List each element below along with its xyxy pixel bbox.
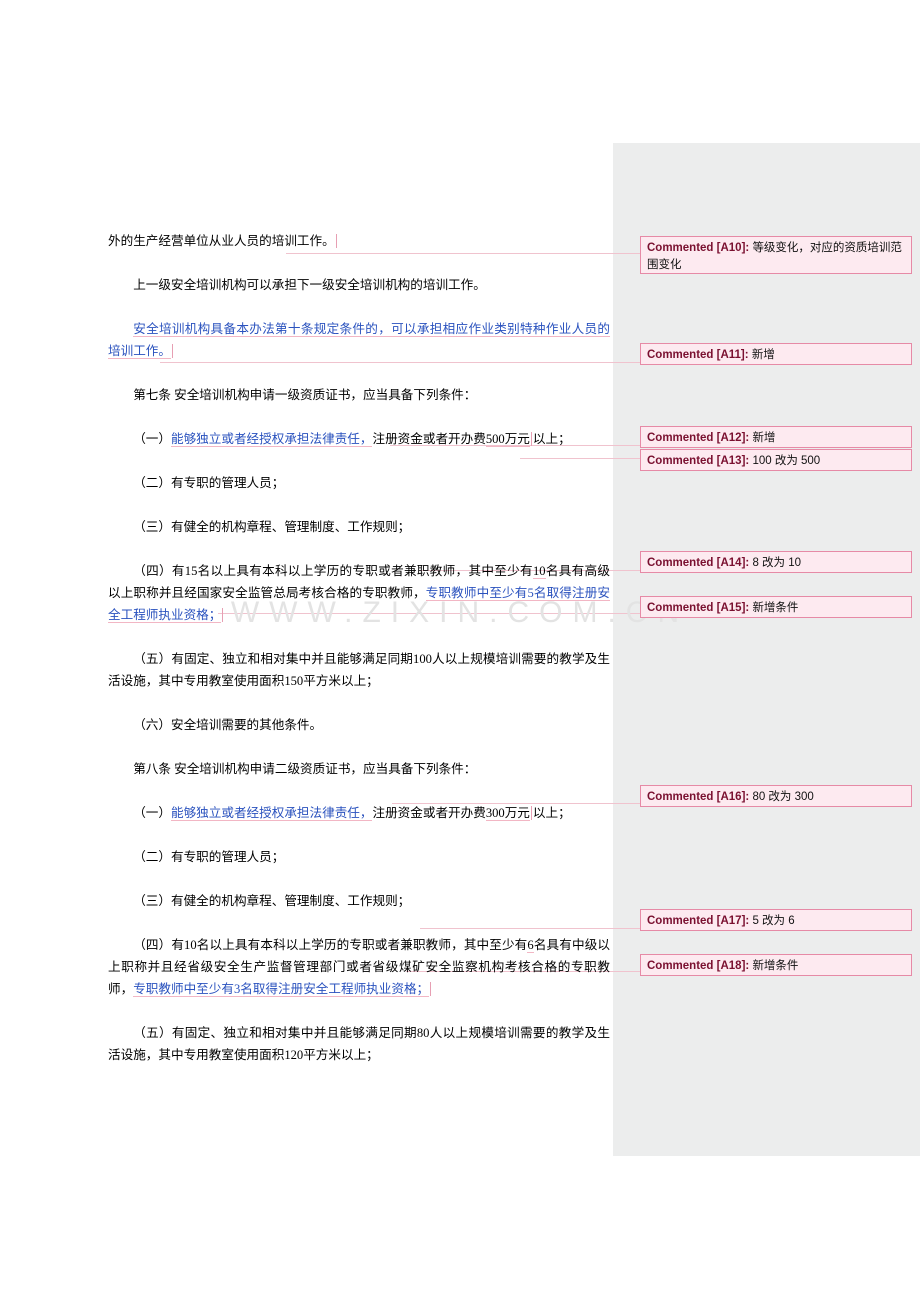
comment-text: 80 改为 300 xyxy=(752,791,814,803)
revised-text: 能够独立或者经授权承担法律责任， xyxy=(170,806,373,821)
comment-label: Commented [A11]: xyxy=(647,349,749,361)
paragraph-text: 第八条 安全培训机构申请二级资质证书，应当具备下列条件： xyxy=(133,762,477,776)
revised-text: 能够独立或者经授权承担法律责任， xyxy=(170,432,373,447)
comment-anchor xyxy=(171,344,173,358)
revised-number: 10 xyxy=(532,564,546,579)
comment-balloon-a14[interactable]: Commented [A14]: 8 改为 10 xyxy=(640,551,912,573)
comment-balloon-a16[interactable]: Commented [A16]: 80 改为 300 xyxy=(640,785,912,807)
paragraph: （二）有专职的管理人员； xyxy=(108,846,610,868)
paragraph: （三）有健全的机构章程、管理制度、工作规则； xyxy=(108,516,610,538)
list-item-prefix: （一） xyxy=(133,432,171,446)
comment-pane-background xyxy=(613,143,920,1156)
paragraph-text: （三）有健全的机构章程、管理制度、工作规则； xyxy=(133,894,411,908)
paragraph: 安全培训机构具备本办法第十条规定条件的，可以承担相应作业类别特种作业人员的培训工… xyxy=(108,318,610,362)
comment-text: 新增条件 xyxy=(752,960,799,972)
paragraph-text: （六）安全培训需要的其他条件。 xyxy=(133,718,323,732)
comment-balloon-a10[interactable]: Commented [A10]: 等级变化，对应的资质培训范围变化 xyxy=(640,236,912,274)
comment-label: Commented [A13]: xyxy=(647,455,750,467)
paragraph-text: 上一级安全培训机构可以承担下一级安全培训机构的培训工作。 xyxy=(133,278,486,292)
paragraph: （六）安全培训需要的其他条件。 xyxy=(108,714,610,736)
comment-balloon-a13[interactable]: Commented [A13]: 100 改为 500 xyxy=(640,449,912,471)
paragraph-text: 以上； xyxy=(532,806,571,820)
paragraph-text: 外的生产经营单位从业人员的培训工作。 xyxy=(108,234,335,248)
paragraph-text: （四）有10名以上具有本科以上学历的专职或者兼职教师，其中至少有 xyxy=(133,938,528,952)
paragraph: （二）有专职的管理人员； xyxy=(108,472,610,494)
paragraph-text: （五）有固定、独立和相对集中并且能够满足同期80人以上规模培训需要的教学及生活设… xyxy=(108,1026,610,1062)
comment-label: Commented [A12]: xyxy=(647,432,750,444)
comment-label: Commented [A14]: xyxy=(647,557,750,569)
comment-label: Commented [A15]: xyxy=(647,602,750,614)
paragraph-text: （二）有专职的管理人员； xyxy=(133,476,285,490)
comment-text: 新增 xyxy=(751,349,775,361)
paragraph-text: 第七条 安全培训机构申请一级资质证书，应当具备下列条件： xyxy=(133,388,477,402)
comment-text: 8 改为 10 xyxy=(752,557,802,569)
paragraph-text: 注册资金或者开办费 xyxy=(372,432,486,446)
comment-text: 5 改为 6 xyxy=(752,915,795,927)
comment-text: 新增 xyxy=(752,432,776,444)
comment-balloon-a15[interactable]: Commented [A15]: 新增条件 xyxy=(640,596,912,618)
paragraph: （一）能够独立或者经授权承担法律责任，注册资金或者开办费300万元 以上； xyxy=(108,802,610,824)
comment-anchor xyxy=(222,608,224,622)
comment-text: 100 改为 500 xyxy=(752,455,821,467)
paragraph-text: （五）有固定、独立和相对集中并且能够满足同期100人以上规模培训需要的教学及生活… xyxy=(108,652,610,688)
comment-anchor xyxy=(430,982,432,996)
comment-balloon-a18[interactable]: Commented [A18]: 新增条件 xyxy=(640,954,912,976)
comment-text: 新增条件 xyxy=(752,602,799,614)
paragraph: （五）有固定、独立和相对集中并且能够满足同期100人以上规模培训需要的教学及生活… xyxy=(108,648,610,692)
comment-label: Commented [A18]: xyxy=(647,960,750,972)
comment-balloon-a11[interactable]: Commented [A11]: 新增 xyxy=(640,343,912,365)
revised-number: 500万元 xyxy=(485,432,530,447)
paragraph: 上一级安全培训机构可以承担下一级安全培训机构的培训工作。 xyxy=(108,274,610,296)
list-item-prefix: （一） xyxy=(133,806,171,820)
comment-label: Commented [A10]: xyxy=(647,242,750,254)
paragraph-text: 注册资金或者开办费 xyxy=(372,806,486,820)
comment-label: Commented [A16]: xyxy=(647,791,750,803)
paragraph: （五）有固定、独立和相对集中并且能够满足同期80人以上规模培训需要的教学及生活设… xyxy=(108,1022,610,1066)
revised-number: 300万元 xyxy=(485,806,530,821)
comment-label: Commented [A17]: xyxy=(647,915,750,927)
document-body: 外的生产经营单位从业人员的培训工作。 上一级安全培训机构可以承担下一级安全培训机… xyxy=(108,230,611,1088)
paragraph-text: （三）有健全的机构章程、管理制度、工作规则； xyxy=(133,520,411,534)
paragraph-text: （二）有专职的管理人员； xyxy=(133,850,285,864)
document-page: 外的生产经营单位从业人员的培训工作。 上一级安全培训机构可以承担下一级安全培训机… xyxy=(0,0,920,1302)
paragraph: （一）能够独立或者经授权承担法律责任，注册资金或者开办费500万元 以上； xyxy=(108,428,610,450)
paragraph: 第八条 安全培训机构申请二级资质证书，应当具备下列条件： xyxy=(108,758,610,780)
paragraph: 外的生产经营单位从业人员的培训工作。 xyxy=(108,230,610,252)
paragraph-text-revised: 安全培训机构具备本办法第十条规定条件的，可以承担相应作业类别特种作业人员的培训工… xyxy=(108,322,610,359)
comment-balloon-a12[interactable]: Commented [A12]: 新增 xyxy=(640,426,912,448)
paragraph: （四）有10名以上具有本科以上学历的专职或者兼职教师，其中至少有6名具有中级以上… xyxy=(108,934,610,1000)
comment-anchor xyxy=(530,432,532,446)
comment-anchor xyxy=(530,806,532,820)
paragraph: 第七条 安全培训机构申请一级资质证书，应当具备下列条件： xyxy=(108,384,610,406)
paragraph-text: 以上； xyxy=(532,432,571,446)
paragraph: （三）有健全的机构章程、管理制度、工作规则； xyxy=(108,890,610,912)
comment-balloon-a17[interactable]: Commented [A17]: 5 改为 6 xyxy=(640,909,912,931)
paragraph-text: （四）有15名以上具有本科以上学历的专职或者兼职教师，其中至少有 xyxy=(133,564,533,578)
revised-text: 专职教师中至少有3名取得注册安全工程师执业资格； xyxy=(133,982,430,997)
comment-anchor xyxy=(335,234,337,248)
paragraph: （四）有15名以上具有本科以上学历的专职或者兼职教师，其中至少有10名具有高级以… xyxy=(108,560,611,626)
